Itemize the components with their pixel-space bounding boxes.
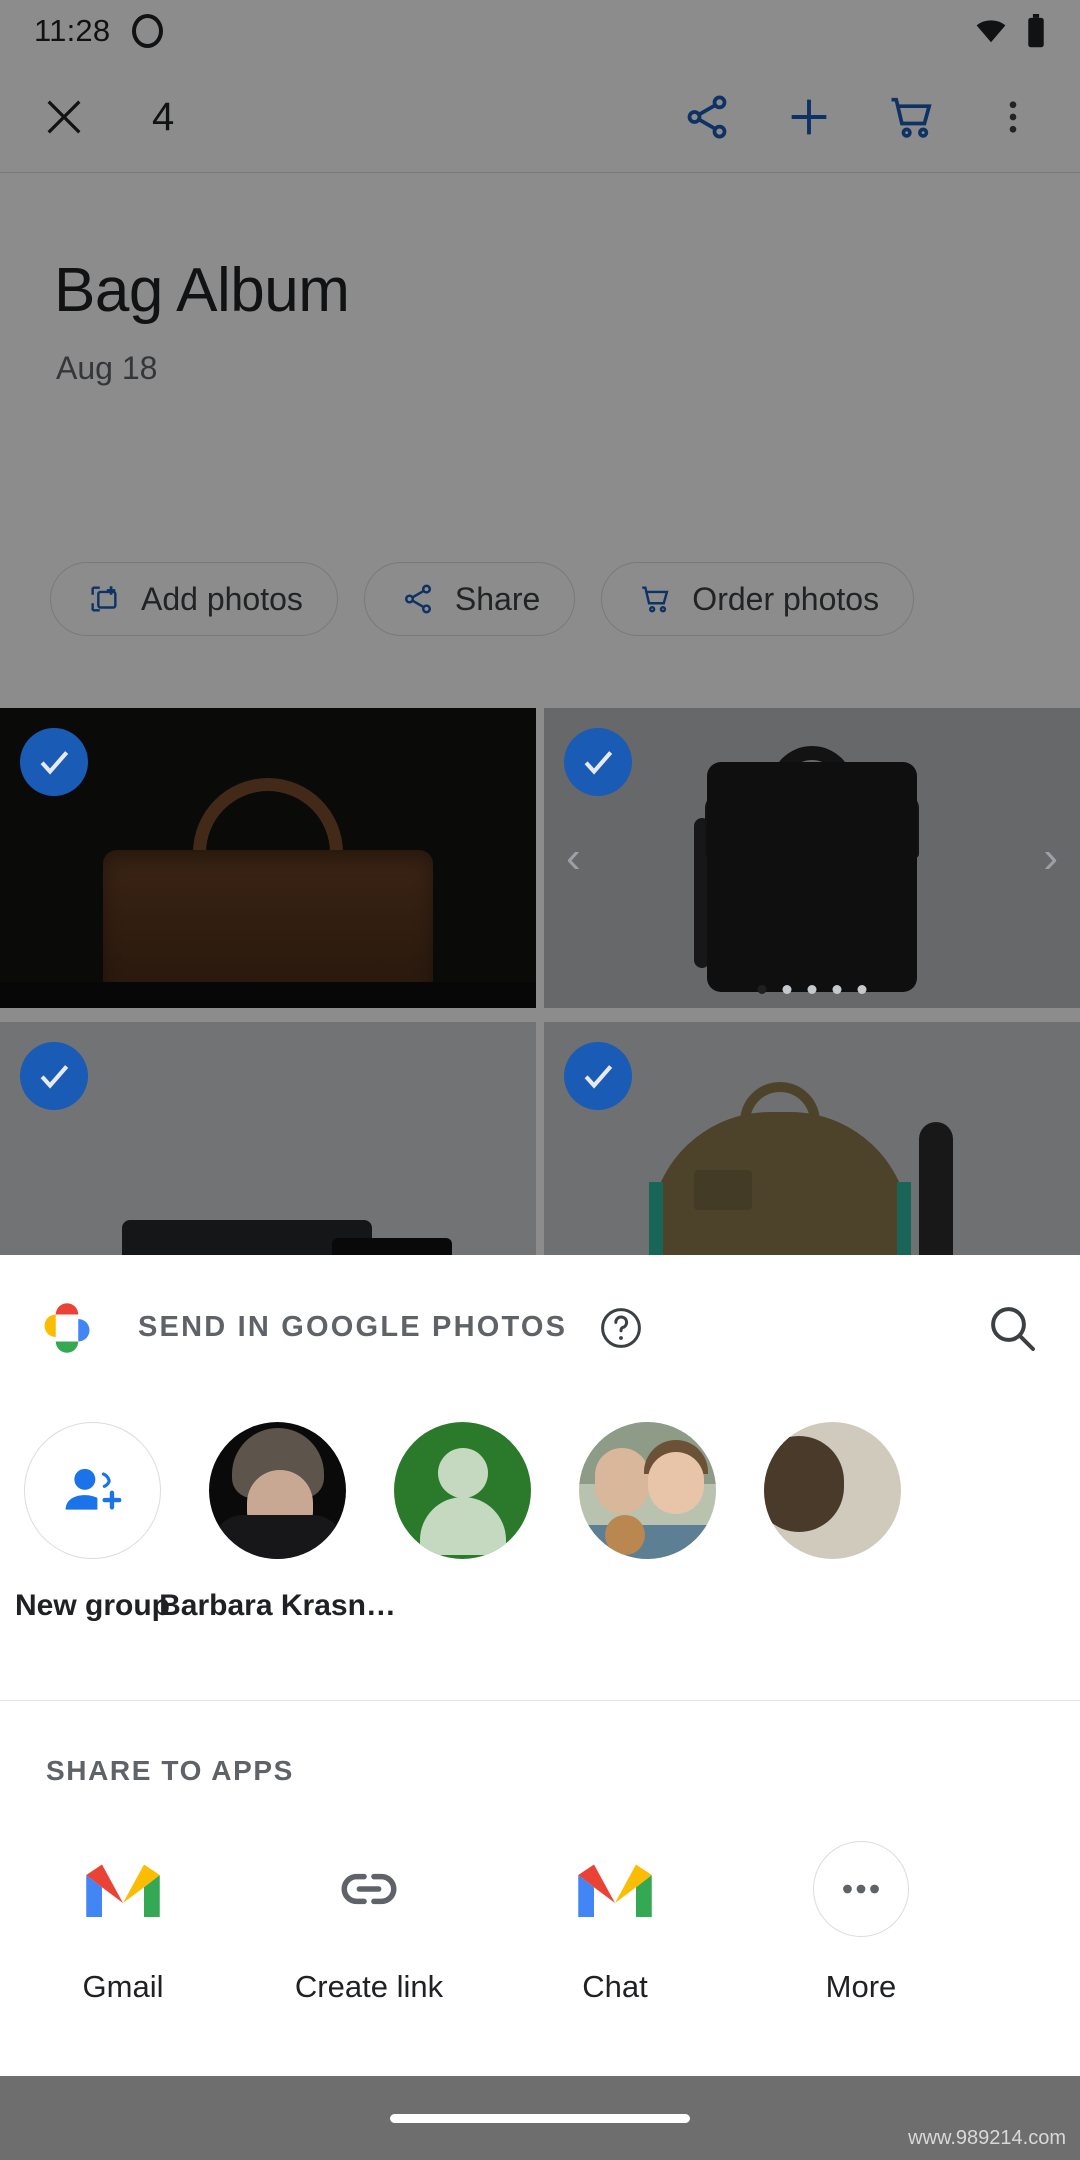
google-photos-logo bbox=[40, 1301, 94, 1355]
selected-count: 4 bbox=[152, 94, 175, 139]
contacts-row[interactable]: New group Barbara Krasn… bbox=[0, 1400, 1080, 1700]
more-horiz-icon bbox=[813, 1841, 909, 1937]
selection-check-icon[interactable] bbox=[564, 728, 632, 796]
contact-new-group[interactable]: New group bbox=[0, 1422, 185, 1623]
share-icon bbox=[399, 580, 437, 618]
grid-item-0[interactable] bbox=[0, 708, 536, 1008]
share-bottom-sheet: SEND IN GOOGLE PHOTOS New group Barbara … bbox=[0, 1255, 1080, 2160]
contact-label: New group bbox=[15, 1589, 170, 1622]
cart-icon bbox=[636, 580, 674, 618]
album-date: Aug 18 bbox=[56, 350, 158, 386]
app-create-link[interactable]: Create link bbox=[246, 1841, 492, 2005]
app-label: Create link bbox=[294, 1969, 444, 2004]
chip-order-photos-label: Order photos bbox=[692, 580, 880, 617]
chip-share-label: Share bbox=[454, 580, 541, 617]
wifi-icon bbox=[972, 16, 1010, 46]
selection-check-icon[interactable] bbox=[20, 728, 88, 796]
status-bar-right bbox=[972, 14, 1046, 48]
close-icon[interactable] bbox=[28, 81, 100, 153]
app-label: Gmail bbox=[82, 1969, 164, 2004]
carousel-next-icon[interactable]: › bbox=[1043, 833, 1058, 883]
cart-icon[interactable] bbox=[872, 78, 950, 156]
avatar bbox=[764, 1422, 901, 1559]
contact-default[interactable] bbox=[370, 1422, 555, 1589]
watermark: www.989214.com bbox=[908, 2127, 1066, 2149]
screen-root: 11:28 4 Bag Album Aug 18 Add photos Shar… bbox=[0, 0, 1080, 2160]
selection-check-icon[interactable] bbox=[564, 1042, 632, 1110]
search-icon[interactable] bbox=[984, 1300, 1040, 1356]
app-more[interactable]: More bbox=[738, 1841, 984, 2005]
app-gmail[interactable]: Gmail bbox=[0, 1841, 246, 2005]
avatar bbox=[209, 1422, 346, 1559]
carousel-prev-icon[interactable]: ‹ bbox=[566, 833, 581, 883]
chip-add-photos-label: Add photos bbox=[141, 580, 303, 617]
more-vert-icon[interactable] bbox=[974, 78, 1052, 156]
default-person-avatar bbox=[394, 1422, 531, 1559]
share-to-apps-title: SHARE TO APPS bbox=[46, 1755, 294, 1786]
app-chat[interactable]: Chat bbox=[492, 1841, 738, 2005]
new-group-icon bbox=[24, 1422, 161, 1559]
chip-add-photos[interactable]: Add photos bbox=[50, 562, 338, 636]
link-icon bbox=[321, 1841, 417, 1937]
share-sheet-title: SEND IN GOOGLE PHOTOS bbox=[138, 1311, 568, 1343]
record-circle-icon bbox=[132, 14, 164, 48]
contact-barbara[interactable]: Barbara Krasn… bbox=[159, 1422, 396, 1623]
avatar bbox=[579, 1422, 716, 1559]
contact-partial[interactable] bbox=[740, 1422, 925, 1589]
battery-icon bbox=[1026, 14, 1046, 48]
share-icon[interactable] bbox=[668, 78, 746, 156]
photo-grid: ‹ › bbox=[0, 708, 1080, 1328]
status-clock: 11:28 bbox=[34, 13, 111, 48]
contact-label: Barbara Krasn… bbox=[159, 1589, 396, 1622]
gmail-icon bbox=[567, 1841, 663, 1937]
grid-item-1[interactable]: ‹ › bbox=[544, 708, 1080, 1008]
app-label: Chat bbox=[582, 1969, 648, 2004]
status-bar-left: 11:28 bbox=[34, 13, 164, 49]
share-to-apps-row: Gmail Create link Chat More bbox=[0, 1787, 1080, 2005]
app-label: More bbox=[825, 1969, 897, 2004]
home-gesture-pill[interactable] bbox=[390, 2113, 690, 2123]
chip-order-photos[interactable]: Order photos bbox=[601, 562, 915, 636]
carousel-dots bbox=[757, 985, 867, 994]
album-title: Bag Album bbox=[54, 256, 350, 325]
status-bar: 11:28 bbox=[0, 0, 1080, 62]
share-sheet-header: SEND IN GOOGLE PHOTOS bbox=[0, 1255, 1080, 1400]
plus-icon[interactable] bbox=[770, 78, 848, 156]
help-circle-icon[interactable] bbox=[597, 1304, 645, 1352]
gmail-icon bbox=[75, 1841, 171, 1937]
add-photo-icon bbox=[85, 580, 123, 618]
chip-share[interactable]: Share bbox=[363, 562, 576, 636]
contact-family[interactable] bbox=[555, 1422, 740, 1589]
selection-check-icon[interactable] bbox=[20, 1042, 88, 1110]
app-bar-actions bbox=[668, 78, 1052, 156]
album-action-chips: Add photos Share Order photos bbox=[50, 562, 915, 636]
app-bar-divider bbox=[0, 172, 1080, 173]
selection-app-bar: 4 bbox=[0, 62, 1080, 172]
